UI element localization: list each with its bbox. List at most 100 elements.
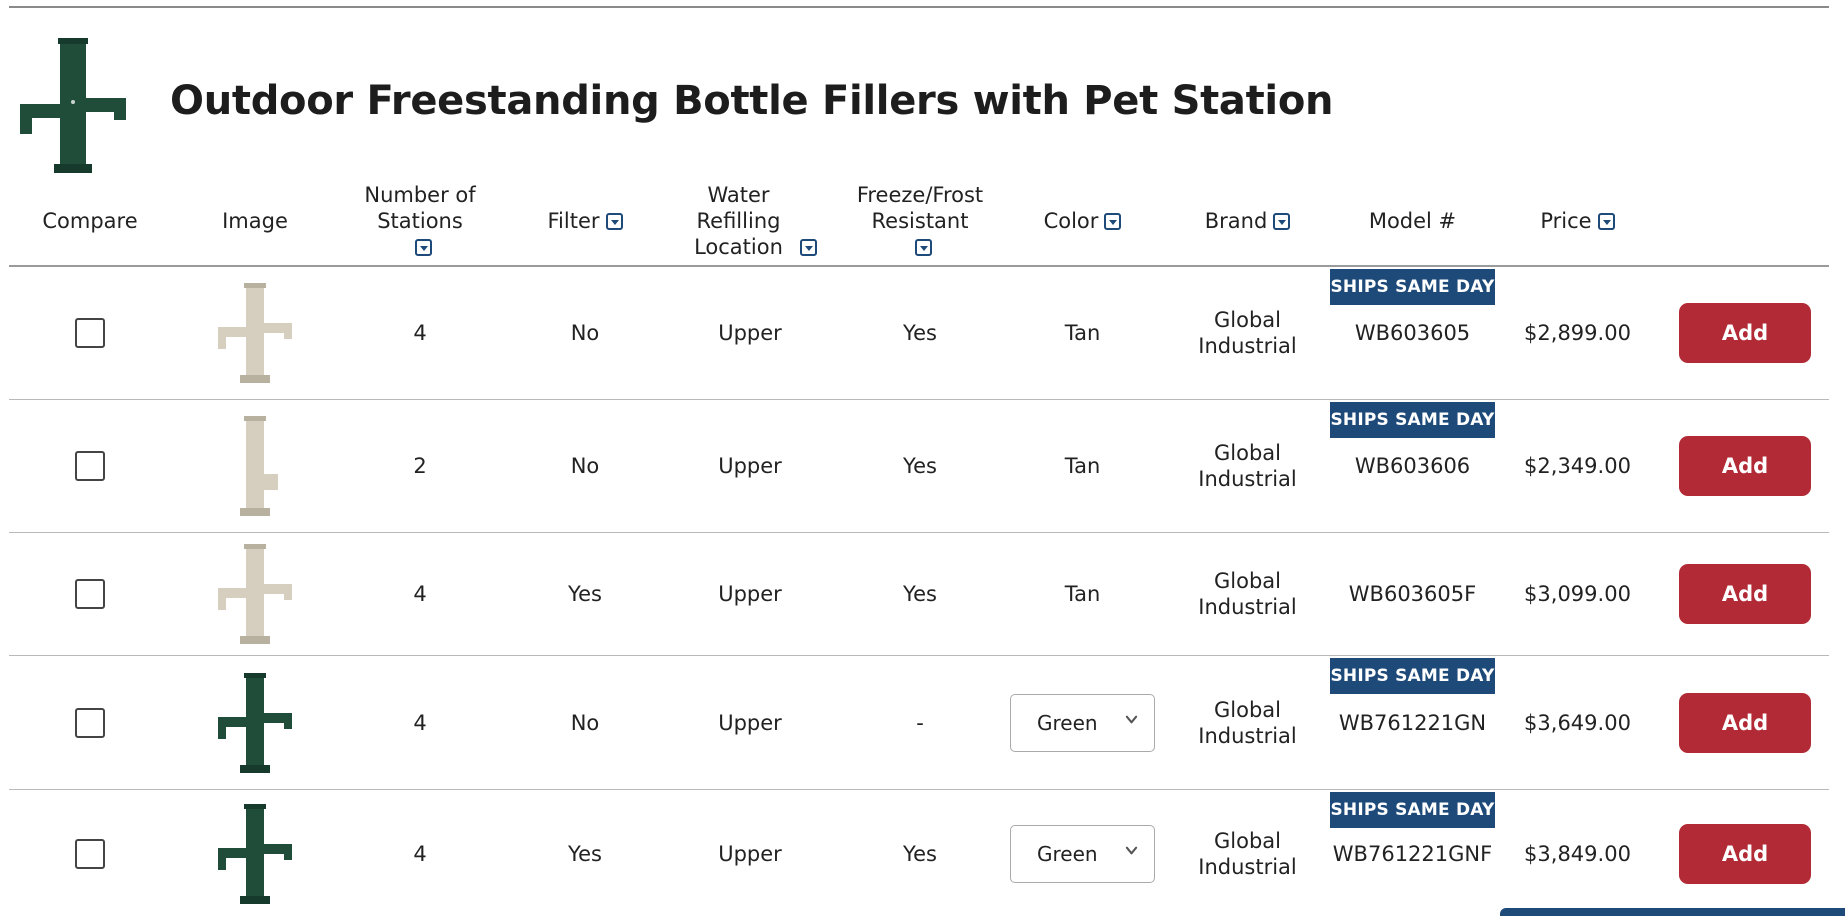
location-cell: Upper <box>680 656 820 789</box>
color-select-value: Green <box>1037 710 1098 735</box>
stations-value: 2 <box>413 454 427 478</box>
filter-cell: No <box>515 400 655 532</box>
brand-value: Global Industrial <box>1198 441 1297 491</box>
price-value: $2,899.00 <box>1524 321 1631 345</box>
product-thumbnail[interactable] <box>214 414 296 518</box>
add-to-cart-button[interactable]: Add <box>1679 303 1811 363</box>
add-to-cart-button[interactable]: Add <box>1679 436 1811 496</box>
color-cell: Green <box>1010 656 1155 789</box>
table-header: Compare Image Number of Stations Filter … <box>0 176 1845 266</box>
ships-same-day-badge: SHIPS SAME DAY <box>1330 269 1495 305</box>
color-select-value: Green <box>1037 841 1098 866</box>
compare-checkbox[interactable] <box>75 838 105 869</box>
filter-cell: Yes <box>515 533 655 655</box>
add-to-cart-button[interactable]: Add <box>1679 564 1811 624</box>
price-value: $2,349.00 <box>1524 454 1631 478</box>
brand-cell: Global Industrial <box>1175 790 1320 917</box>
chevron-down-icon <box>1125 846 1138 854</box>
price-value: $3,649.00 <box>1524 710 1631 735</box>
freeze-value: Yes <box>903 321 937 345</box>
model-number[interactable]: WB603605F <box>1349 582 1476 606</box>
header-location: Water Refilling Location <box>680 176 820 266</box>
filter-price-icon[interactable] <box>1597 213 1615 230</box>
location-cell: Upper <box>680 790 820 917</box>
stations-cell: 2 <box>345 400 495 532</box>
table-row: 4 No Upper - Green Global Industrial WB761221GN… <box>0 656 1845 789</box>
freeze-value: Yes <box>903 841 937 866</box>
header-image: Image <box>222 209 288 233</box>
location-value: Upper <box>718 321 782 345</box>
color-value: Tan <box>1064 321 1101 345</box>
compare-checkbox[interactable] <box>75 707 105 738</box>
add-cell: Add <box>1665 267 1825 399</box>
header-freeze: Freeze/Frost Resistant <box>845 176 995 266</box>
stations-value: 4 <box>413 321 427 345</box>
stations-cell: 4 <box>345 267 495 399</box>
brand-value: Global Industrial <box>1198 697 1297 748</box>
model-number[interactable]: WB761221GN <box>1339 711 1486 735</box>
compare-checkbox[interactable] <box>75 451 105 481</box>
brand-value: Global Industrial <box>1198 828 1297 879</box>
add-cell: Add <box>1665 400 1825 532</box>
filter-freeze-icon[interactable] <box>914 239 932 256</box>
filter-value: No <box>570 454 600 478</box>
image-cell <box>185 267 325 399</box>
add-to-cart-button[interactable]: Add <box>1679 692 1811 753</box>
color-value: Tan <box>1064 582 1101 606</box>
color-value: Tan <box>1064 454 1101 478</box>
product-thumbnail[interactable] <box>214 671 296 775</box>
color-cell: Tan <box>1010 400 1155 532</box>
filter-filter-icon[interactable] <box>605 213 623 230</box>
freeze-cell: Yes <box>845 400 995 532</box>
image-cell <box>185 533 325 655</box>
add-cell: Add <box>1665 790 1825 917</box>
color-select[interactable]: Green <box>1010 693 1155 752</box>
add-to-cart-button[interactable]: Add <box>1679 823 1811 884</box>
brand-cell: Global Industrial <box>1175 533 1320 655</box>
brand-value: Global Industrial <box>1198 569 1297 619</box>
filter-location-icon[interactable] <box>799 239 817 256</box>
stations-value: 4 <box>413 710 427 735</box>
header-brand: Brand <box>1175 176 1320 266</box>
freeze-value: Yes <box>903 582 937 606</box>
table-row: 2 No Upper Yes Tan Global Industrial WB603606 $2… <box>0 400 1845 532</box>
filter-value: Yes <box>568 841 602 866</box>
filter-stations-icon[interactable] <box>414 239 432 256</box>
chevron-down-icon <box>1125 715 1138 723</box>
filter-cell: No <box>515 656 655 789</box>
product-thumbnail[interactable] <box>214 542 296 646</box>
table-row: 4 Yes Upper Yes Tan Global Industrial WB603605F… <box>0 533 1845 655</box>
stations-cell: 4 <box>345 790 495 917</box>
ships-same-day-badge: SHIPS SAME DAY <box>1330 792 1495 828</box>
color-select[interactable]: Green <box>1010 824 1155 883</box>
image-cell <box>185 656 325 789</box>
filter-color-icon[interactable] <box>1104 213 1122 230</box>
compare-cell <box>20 790 160 917</box>
model-number[interactable]: WB761221GNF <box>1333 842 1492 866</box>
image-cell <box>185 400 325 532</box>
filter-brand-icon[interactable] <box>1273 213 1291 230</box>
stations-value: 4 <box>413 582 427 606</box>
location-value: Upper <box>718 454 782 478</box>
top-divider <box>9 6 1829 8</box>
freeze-cell: Yes <box>845 790 995 917</box>
product-thumbnail[interactable] <box>214 281 296 385</box>
product-thumbnail[interactable] <box>214 802 296 906</box>
freeze-value: Yes <box>903 454 937 478</box>
location-cell: Upper <box>680 267 820 399</box>
compare-cell <box>20 400 160 532</box>
model-number[interactable]: WB603605 <box>1355 321 1470 345</box>
filter-value: No <box>570 321 600 345</box>
location-value: Upper <box>718 582 782 606</box>
header-compare: Compare <box>42 209 138 233</box>
price-cell: $3,849.00 <box>1505 790 1650 917</box>
location-value: Upper <box>718 841 782 866</box>
price-value: $3,099.00 <box>1524 582 1631 606</box>
header-price: Price <box>1505 176 1650 266</box>
compare-checkbox[interactable] <box>75 579 105 609</box>
compare-checkbox[interactable] <box>75 318 105 348</box>
model-number[interactable]: WB603606 <box>1355 454 1470 478</box>
color-cell: Tan <box>1010 267 1155 399</box>
color-cell: Tan <box>1010 533 1155 655</box>
floating-panel-edge[interactable] <box>1500 908 1845 916</box>
